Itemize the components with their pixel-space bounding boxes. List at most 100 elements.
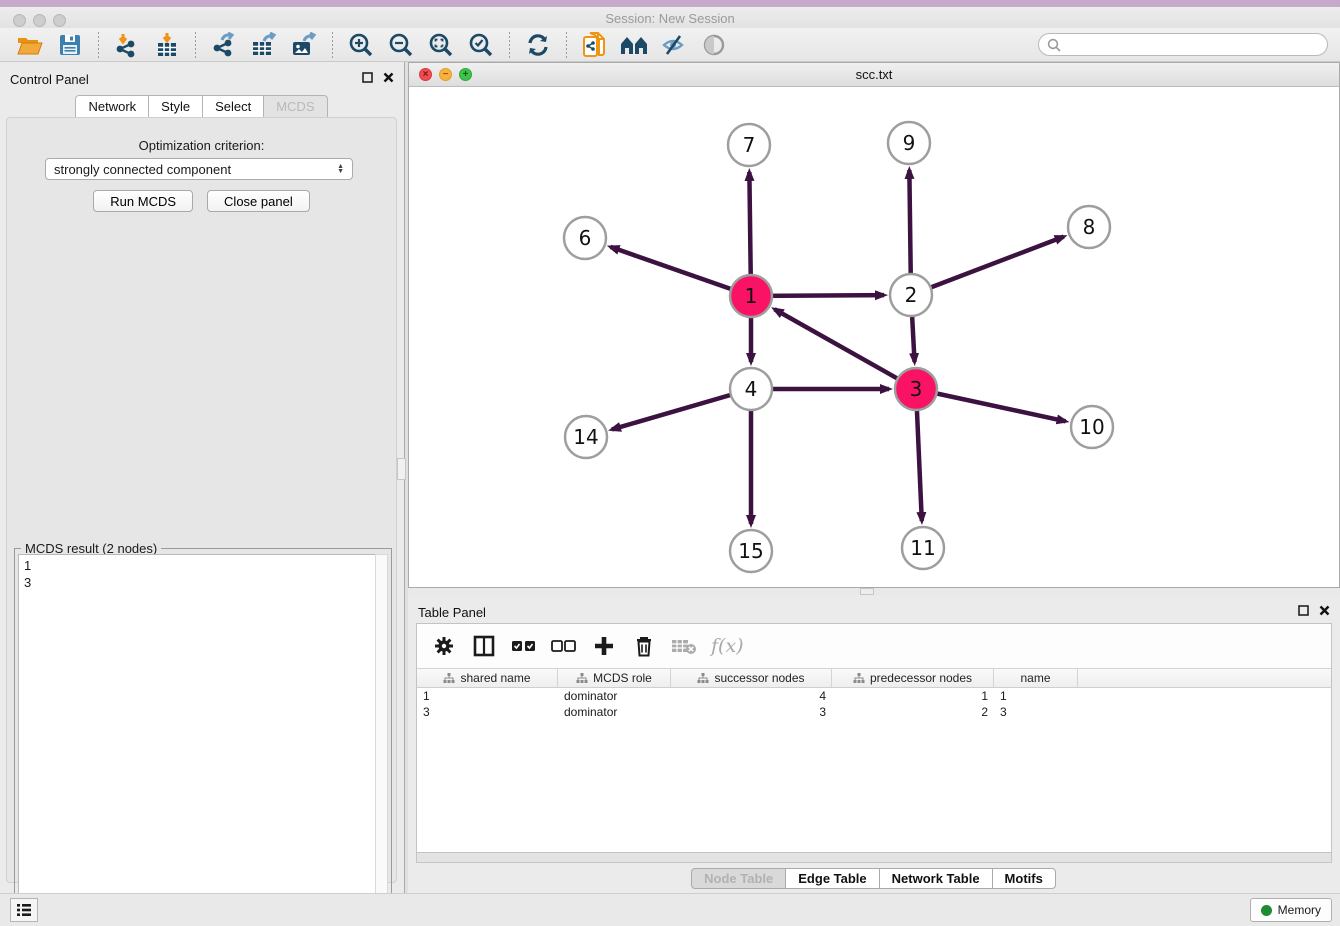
memory-button[interactable]: Memory	[1250, 898, 1332, 922]
chevron-up-down-icon: ▲▼	[337, 164, 344, 174]
column-header-MCDS-role[interactable]: MCDS role	[558, 669, 671, 687]
task-history-button[interactable]	[10, 898, 38, 922]
node-2[interactable]: 2	[890, 274, 932, 316]
criterion-select[interactable]: strongly connected component ▲▼	[45, 158, 353, 180]
svg-text:1: 1	[745, 284, 758, 308]
table-row[interactable]: 1dominator411	[417, 688, 1331, 704]
float-table-panel-icon[interactable]	[1298, 605, 1309, 616]
cell-MCDS-role[interactable]: dominator	[558, 688, 671, 704]
cell-predecessor-nodes[interactable]: 1	[832, 688, 994, 704]
settings-gear-icon[interactable]	[431, 633, 457, 659]
close-panel-icon[interactable]	[383, 72, 394, 83]
tab-style[interactable]: Style	[148, 95, 203, 118]
edge-3-10[interactable]	[916, 389, 1066, 421]
search-box[interactable]	[1038, 33, 1328, 56]
tab-network-table[interactable]: Network Table	[879, 868, 993, 889]
status-bar: Memory	[0, 893, 1340, 926]
control-panel-tabs: NetworkStyleSelectMCDS	[0, 95, 404, 118]
run-mcds-button[interactable]: Run MCDS	[93, 190, 193, 212]
export-network-icon[interactable]	[207, 31, 241, 59]
tab-select[interactable]: Select	[202, 95, 264, 118]
node-15[interactable]: 15	[730, 530, 772, 572]
cell-predecessor-nodes[interactable]: 2	[832, 704, 994, 720]
svg-text:3: 3	[910, 377, 923, 401]
node-14[interactable]: 14	[565, 416, 607, 458]
tab-edge-table[interactable]: Edge Table	[785, 868, 879, 889]
zoom-out-icon[interactable]	[384, 31, 418, 59]
cell-shared-name[interactable]: 1	[417, 688, 558, 704]
deselect-all-checkboxes-icon[interactable]	[551, 633, 577, 659]
criterion-select-value: strongly connected component	[54, 162, 231, 177]
node-6[interactable]: 6	[564, 217, 606, 259]
node-10[interactable]: 10	[1071, 406, 1113, 448]
apply-layout-icon[interactable]	[521, 31, 555, 59]
function-builder-icon: f(x)	[711, 635, 744, 657]
edge-3-1[interactable]	[775, 309, 916, 389]
tab-mcds[interactable]: MCDS	[263, 95, 327, 118]
node-3[interactable]: 3	[895, 368, 937, 410]
edge-2-8[interactable]	[911, 237, 1064, 295]
memory-status-icon	[1261, 905, 1272, 916]
vertical-splitter-grip[interactable]	[397, 458, 406, 480]
cell-name[interactable]: 1	[994, 688, 1078, 704]
first-neighbors-icon[interactable]	[618, 31, 652, 59]
mcds-result-scrollbar[interactable]	[375, 554, 388, 922]
add-column-icon[interactable]	[591, 633, 617, 659]
save-session-icon[interactable]	[53, 31, 87, 59]
zoom-in-icon[interactable]	[344, 31, 378, 59]
toolbar-separator	[566, 32, 567, 58]
column-header-predecessor-nodes[interactable]: predecessor nodes	[832, 669, 994, 687]
search-input[interactable]	[1061, 38, 1327, 52]
import-table-icon[interactable]	[150, 31, 184, 59]
node-4[interactable]: 4	[730, 368, 772, 410]
tab-node-table[interactable]: Node Table	[691, 868, 786, 889]
select-all-checkboxes-icon[interactable]	[511, 633, 537, 659]
cell-successor-nodes[interactable]: 3	[671, 704, 832, 720]
column-header-successor-nodes[interactable]: successor nodes	[671, 669, 832, 687]
control-panel: Control Panel NetworkStyleSelectMCDS Opt…	[0, 62, 404, 893]
column-header-shared-name[interactable]: shared name	[417, 669, 558, 687]
show-all-icon[interactable]	[698, 31, 732, 59]
zoom-fit-icon[interactable]	[424, 31, 458, 59]
zoom-selected-icon[interactable]	[464, 31, 498, 59]
node-7[interactable]: 7	[728, 124, 770, 166]
cell-MCDS-role[interactable]: dominator	[558, 704, 671, 720]
duplicate-network-icon[interactable]	[578, 31, 612, 59]
delete-column-icon[interactable]	[631, 633, 657, 659]
network-window-title: scc.txt	[409, 67, 1339, 82]
network-window-titlebar: × − + scc.txt	[409, 63, 1339, 87]
column-layout-icon[interactable]	[471, 633, 497, 659]
float-panel-icon[interactable]	[362, 72, 373, 83]
export-table-icon[interactable]	[247, 31, 281, 59]
node-9[interactable]: 9	[888, 122, 930, 164]
node-table-container: f(x) shared nameMCDS rolesuccessor nodes…	[416, 623, 1332, 853]
hide-selected-icon[interactable]	[658, 31, 692, 59]
close-panel-button[interactable]: Close panel	[207, 190, 310, 212]
export-image-icon[interactable]	[287, 31, 321, 59]
node-1[interactable]: 1	[730, 275, 772, 317]
tab-motifs[interactable]: Motifs	[992, 868, 1056, 889]
table-toolbar: f(x)	[417, 624, 1331, 668]
table-row[interactable]: 3dominator323	[417, 704, 1331, 720]
horizontal-splitter-grip[interactable]	[860, 588, 874, 595]
node-11[interactable]: 11	[902, 527, 944, 569]
cell-successor-nodes[interactable]: 4	[671, 688, 832, 704]
node-8[interactable]: 8	[1068, 206, 1110, 248]
svg-text:11: 11	[910, 536, 935, 560]
main-toolbar	[0, 28, 1340, 62]
table-horizontal-scrollbar[interactable]	[416, 853, 1332, 863]
column-header-name[interactable]: name	[994, 669, 1078, 687]
cell-name[interactable]: 3	[994, 704, 1078, 720]
open-file-icon[interactable]	[13, 31, 47, 59]
svg-text:9: 9	[903, 131, 916, 155]
app-titlebar: Session: New Session	[0, 7, 1340, 28]
tab-network[interactable]: Network	[75, 95, 149, 118]
mcds-result-text[interactable]: 1 3	[18, 554, 375, 922]
svg-text:7: 7	[743, 133, 756, 157]
network-view-window: × − + scc.txt 7 9 6 8 1 2 4 3 14 10 15 11	[408, 62, 1340, 588]
import-network-icon[interactable]	[110, 31, 144, 59]
edge-1-6[interactable]	[610, 247, 751, 296]
cell-shared-name[interactable]: 3	[417, 704, 558, 720]
network-canvas[interactable]: 7 9 6 8 1 2 4 3 14 10 15 11	[409, 87, 1339, 587]
close-table-panel-icon[interactable]	[1319, 605, 1330, 616]
